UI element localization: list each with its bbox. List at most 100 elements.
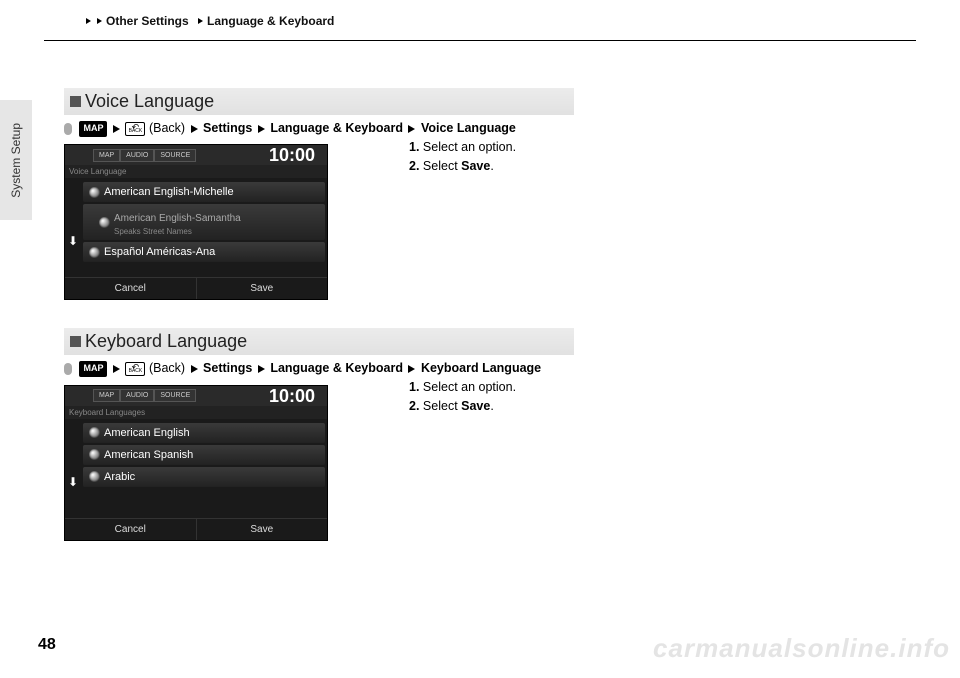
chevron-right-icon — [408, 125, 415, 133]
ss-option-subtext: Speaks Street Names — [114, 227, 241, 236]
ss-clock: 10:00 — [269, 145, 315, 166]
chevron-right-icon — [113, 365, 120, 373]
ss-option-text: American Spanish — [104, 449, 193, 461]
ss-tab-map: MAP — [93, 149, 120, 162]
ss-tab-audio: AUDIO — [120, 389, 154, 402]
path-last: Keyboard Language — [421, 361, 541, 375]
radio-icon — [89, 427, 100, 438]
step1-text: Select an option. — [423, 140, 516, 154]
divider — [44, 40, 916, 41]
ss-tab-source: SOURCE — [154, 149, 196, 162]
ss-footer: Cancel Save — [65, 518, 327, 540]
page-icon — [64, 363, 72, 375]
section-keyboard-language: Keyboard Language MAP (Back) Settings La… — [64, 328, 644, 540]
breadcrumb: Other Settings Language & Keyboard — [84, 14, 334, 28]
back-icon — [125, 122, 145, 136]
ss-option-text: American English-Samantha — [114, 213, 241, 224]
step1-num: 1. — [409, 140, 419, 154]
breadcrumb-seg2: Language & Keyboard — [207, 14, 334, 28]
breadcrumb-seg1: Other Settings — [106, 14, 189, 28]
ss-save-button: Save — [196, 277, 328, 299]
step2-num: 2. — [409, 399, 419, 413]
ss-option: Español Américas-Ana — [83, 242, 325, 262]
screenshot-keyboard-language: MAP AUDIO SOURCE 10:00 Keyboard Language… — [64, 385, 328, 541]
step2-num: 2. — [409, 159, 419, 173]
step2-text1: Select — [423, 399, 461, 413]
section-title: Keyboard Language — [85, 331, 247, 352]
step2-text2: . — [490, 399, 493, 413]
section-voice-language: Voice Language MAP (Back) Settings Langu… — [64, 88, 644, 300]
step2-text1: Select — [423, 159, 461, 173]
step2-text2: . — [490, 159, 493, 173]
scroll-down-icon: ⬇ — [68, 475, 78, 489]
square-icon — [70, 96, 81, 107]
ss-option: American English — [83, 423, 325, 443]
path-last: Voice Language — [421, 121, 516, 135]
ss-save-button: Save — [196, 518, 328, 540]
instructions: 1. Select an option. 2. Select Save. — [409, 378, 516, 416]
scroll-down-icon: ⬇ — [68, 234, 78, 248]
ss-option: American Spanish — [83, 445, 325, 465]
ss-option-text: American English — [104, 427, 190, 439]
ss-cancel-button: Cancel — [65, 277, 196, 299]
map-button-icon: MAP — [79, 121, 107, 137]
radio-icon — [99, 217, 110, 228]
side-tab: System Setup — [0, 100, 32, 220]
path-lk: Language & Keyboard — [270, 121, 403, 135]
radio-icon — [89, 187, 100, 198]
step1-num: 1. — [409, 380, 419, 394]
chevron-right-icon — [97, 18, 102, 24]
page-number: 48 — [38, 636, 56, 654]
square-icon — [70, 336, 81, 347]
instructions: 1. Select an option. 2. Select Save. — [409, 138, 516, 176]
ss-tab-source: SOURCE — [154, 389, 196, 402]
nav-path: MAP (Back) Settings Language & Keyboard … — [64, 359, 644, 378]
radio-icon — [89, 471, 100, 482]
radio-icon — [89, 247, 100, 258]
ss-body: ⬇ American English American Spanish Arab… — [65, 419, 327, 487]
ss-footer: Cancel Save — [65, 277, 327, 299]
ss-option-text: Español Américas-Ana — [104, 246, 215, 258]
ss-clock: 10:00 — [269, 386, 315, 407]
step2-bold: Save — [461, 399, 490, 413]
chevron-right-icon — [86, 18, 91, 24]
section-title: Voice Language — [85, 91, 214, 112]
ss-subtitle: Voice Language — [65, 165, 327, 178]
chevron-right-icon — [191, 365, 198, 373]
ss-option: American English-Michelle — [83, 182, 325, 202]
radio-icon — [89, 449, 100, 460]
section-header: Keyboard Language — [64, 328, 574, 355]
chevron-right-icon — [408, 365, 415, 373]
chevron-right-icon — [198, 18, 203, 24]
ss-body: ⬇ American English-Michelle American Eng… — [65, 178, 327, 262]
ss-option: American English-Samantha Speaks Street … — [83, 204, 325, 240]
ss-tab-audio: AUDIO — [120, 149, 154, 162]
ss-cancel-button: Cancel — [65, 518, 196, 540]
page-icon — [64, 123, 72, 135]
back-label: (Back) — [149, 121, 185, 135]
chevron-right-icon — [258, 365, 265, 373]
watermark: carmanualsonline.info — [653, 633, 950, 664]
ss-tab-map: MAP — [93, 389, 120, 402]
section-header: Voice Language — [64, 88, 574, 115]
step1-text: Select an option. — [423, 380, 516, 394]
ss-topbar: MAP AUDIO SOURCE 10:00 — [65, 145, 327, 165]
ss-topbar: MAP AUDIO SOURCE 10:00 — [65, 386, 327, 406]
path-settings: Settings — [203, 121, 252, 135]
side-tab-label: System Setup — [9, 123, 23, 198]
ss-option-text: Arabic — [104, 471, 135, 483]
step2-bold: Save — [461, 159, 490, 173]
chevron-right-icon — [258, 125, 265, 133]
ss-option-text: American English-Michelle — [104, 186, 234, 198]
nav-path: MAP (Back) Settings Language & Keyboard … — [64, 119, 644, 138]
chevron-right-icon — [113, 125, 120, 133]
path-lk: Language & Keyboard — [270, 361, 403, 375]
path-settings: Settings — [203, 361, 252, 375]
ss-subtitle: Keyboard Languages — [65, 406, 327, 419]
map-button-icon: MAP — [79, 361, 107, 377]
chevron-right-icon — [191, 125, 198, 133]
back-label: (Back) — [149, 361, 185, 375]
screenshot-voice-language: MAP AUDIO SOURCE 10:00 Voice Language ⬇ … — [64, 144, 328, 300]
back-icon — [125, 362, 145, 376]
ss-option: Arabic — [83, 467, 325, 487]
